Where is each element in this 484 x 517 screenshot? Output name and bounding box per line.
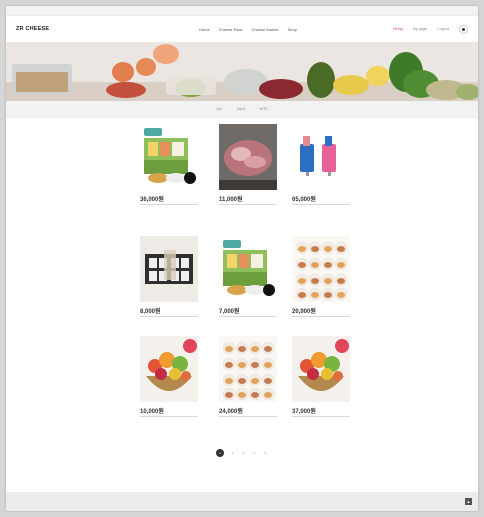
- page-number[interactable]: 2: [230, 451, 235, 455]
- product-image[interactable]: [292, 236, 350, 302]
- product-card[interactable]: 7,000원: [219, 236, 277, 319]
- tab-sale[interactable]: SALE: [237, 107, 246, 111]
- logo-text: ZR CHEESE: [16, 26, 50, 32]
- product-price: 7,000원: [219, 309, 240, 315]
- product-divider: [292, 316, 350, 317]
- product-card[interactable]: 11,000원: [219, 124, 277, 207]
- product-card[interactable]: 24,000원: [219, 336, 277, 419]
- product-card[interactable]: 65,000원: [292, 124, 350, 207]
- page-number[interactable]: 5: [263, 451, 268, 455]
- product-price: 37,000원: [292, 409, 316, 415]
- page-frame: ZR CHEESE Home Cheese Pack Cheese Market…: [6, 6, 478, 511]
- product-image[interactable]: [140, 336, 198, 402]
- product-price: 65,000원: [292, 197, 316, 203]
- util-mypage-link[interactable]: My page: [413, 27, 428, 31]
- nav-item-cheese-market[interactable]: Cheese Market: [251, 27, 278, 32]
- product-price: 24,000원: [219, 409, 243, 415]
- nav-item-story[interactable]: Story: [288, 27, 297, 32]
- site-footer: ▲: [6, 492, 478, 511]
- util-hiring-link[interactable]: Hiring: [393, 27, 403, 31]
- tab-all[interactable]: ALL: [216, 107, 222, 111]
- hero-banner: [6, 42, 478, 101]
- cart-icon[interactable]: [459, 24, 468, 34]
- product-divider: [292, 416, 350, 417]
- page-number[interactable]: 3: [241, 451, 246, 455]
- product-image[interactable]: [140, 124, 198, 190]
- product-price: 10,000원: [140, 409, 164, 415]
- product-card[interactable]: 8,000원: [140, 236, 198, 319]
- product-image[interactable]: [219, 336, 277, 402]
- product-image[interactable]: [219, 124, 277, 190]
- product-divider: [140, 204, 198, 205]
- product-image[interactable]: [292, 124, 350, 190]
- product-card[interactable]: 36,000원: [140, 124, 198, 207]
- page-number[interactable]: 1: [216, 449, 224, 457]
- hero-food-illustration: [6, 42, 478, 101]
- product-card[interactable]: 10,000원: [140, 336, 198, 419]
- product-price: 8,000원: [140, 309, 161, 315]
- product-price: 20,000원: [292, 309, 316, 315]
- category-tabs: ALL SALE HITS: [6, 101, 478, 118]
- product-image[interactable]: [219, 236, 277, 302]
- product-card[interactable]: 37,000원: [292, 336, 350, 419]
- nav-item-home[interactable]: Home: [199, 27, 210, 32]
- pagination: 1 2 3 4 5: [6, 449, 478, 457]
- product-divider: [140, 416, 198, 417]
- product-divider: [292, 204, 350, 205]
- product-image[interactable]: [292, 336, 350, 402]
- product-divider: [219, 204, 277, 205]
- site-header: ZR CHEESE Home Cheese Pack Cheese Market…: [6, 16, 478, 42]
- page-number[interactable]: 4: [252, 451, 257, 455]
- product-card[interactable]: 20,000원: [292, 236, 350, 319]
- product-divider: [219, 416, 277, 417]
- main-nav: Home Cheese Pack Cheese Market Story: [199, 16, 297, 42]
- product-image[interactable]: [140, 236, 198, 302]
- site-logo[interactable]: ZR CHEESE: [16, 26, 49, 32]
- product-price: 11,000원: [219, 197, 243, 203]
- product-divider: [219, 316, 277, 317]
- product-price: 36,000원: [140, 197, 164, 203]
- top-notice-bar: [6, 6, 478, 16]
- scroll-top-button[interactable]: ▲: [465, 498, 472, 505]
- util-logout-link[interactable]: Logout: [437, 27, 449, 31]
- nav-item-cheese-pack[interactable]: Cheese Pack: [219, 27, 243, 32]
- product-divider: [140, 316, 198, 317]
- utility-links: Hiring My page Logout: [393, 16, 468, 42]
- tab-hits[interactable]: HITS: [260, 107, 268, 111]
